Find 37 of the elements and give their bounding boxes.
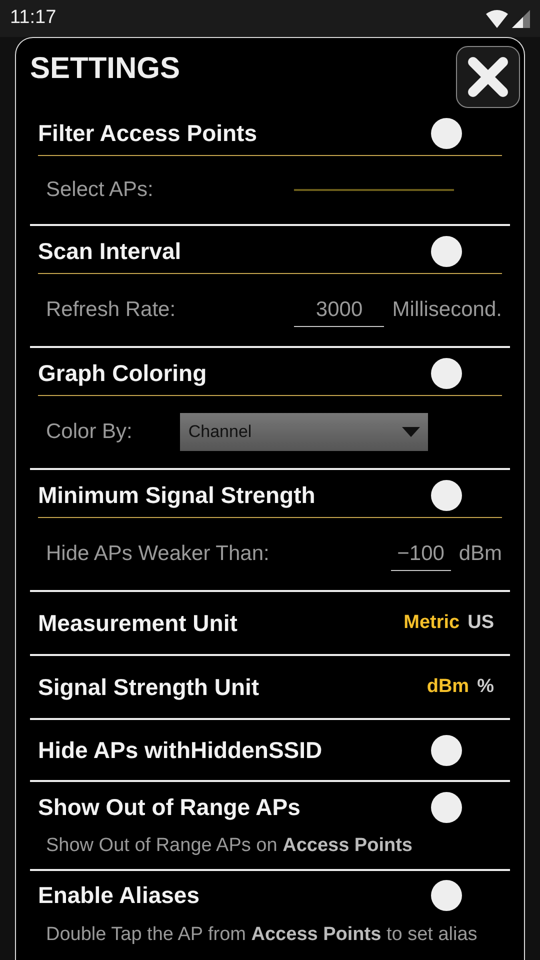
toggle-switch[interactable] xyxy=(431,880,462,911)
caret-icon xyxy=(402,427,420,437)
toggle-switch[interactable] xyxy=(431,480,462,511)
setting-description: Double Tap the AP from Access Points to set alias xyxy=(45,922,478,946)
setting-title: Filter Access Points xyxy=(38,119,258,148)
toggle-switch[interactable] xyxy=(431,734,462,766)
number-field[interactable]: −100 xyxy=(390,536,451,572)
field-label: Color By: xyxy=(46,419,132,446)
setting-title: Enable Aliases xyxy=(38,881,200,910)
setting-title: Show Out of Range APs xyxy=(38,792,300,822)
dialog-title: SETTINGS xyxy=(30,51,180,87)
setting-title: Scan Interval xyxy=(38,237,182,266)
field-label: Hide APs Weaker Than: xyxy=(46,541,270,568)
setting-description: Show Out of Range APs on Access Points xyxy=(45,834,414,858)
toggle-switch[interactable] xyxy=(431,236,462,267)
status-time: 11:17 xyxy=(10,6,56,30)
setting-title: Graph Coloring xyxy=(38,359,207,388)
unit-label: dBm xyxy=(458,541,502,568)
setting-title: Signal Strength Unit xyxy=(38,672,260,702)
field-label: Select APs: xyxy=(46,177,154,204)
close-button[interactable] xyxy=(456,46,520,108)
unit-option[interactable]: US xyxy=(460,608,494,638)
number-field[interactable]: 3000 xyxy=(294,292,384,328)
field-label: Refresh Rate: xyxy=(46,297,176,324)
cell-signal-icon xyxy=(512,10,530,28)
unit-option[interactable]: Metric xyxy=(396,608,460,638)
setting-title: Hide APs withHiddenSSID xyxy=(38,736,322,765)
setting-title: Measurement Unit xyxy=(38,608,238,638)
unit-option[interactable]: % xyxy=(469,672,494,702)
wifi-icon xyxy=(486,10,508,28)
toggle-switch[interactable] xyxy=(431,792,462,822)
setting-title: Minimum Signal Strength xyxy=(38,481,316,510)
toggle-switch[interactable] xyxy=(431,358,462,389)
toggle-switch[interactable] xyxy=(431,118,462,149)
unit-option[interactable]: dBm xyxy=(418,672,470,702)
unit-label: Millisecond. xyxy=(392,297,502,324)
close-icon xyxy=(467,56,509,98)
